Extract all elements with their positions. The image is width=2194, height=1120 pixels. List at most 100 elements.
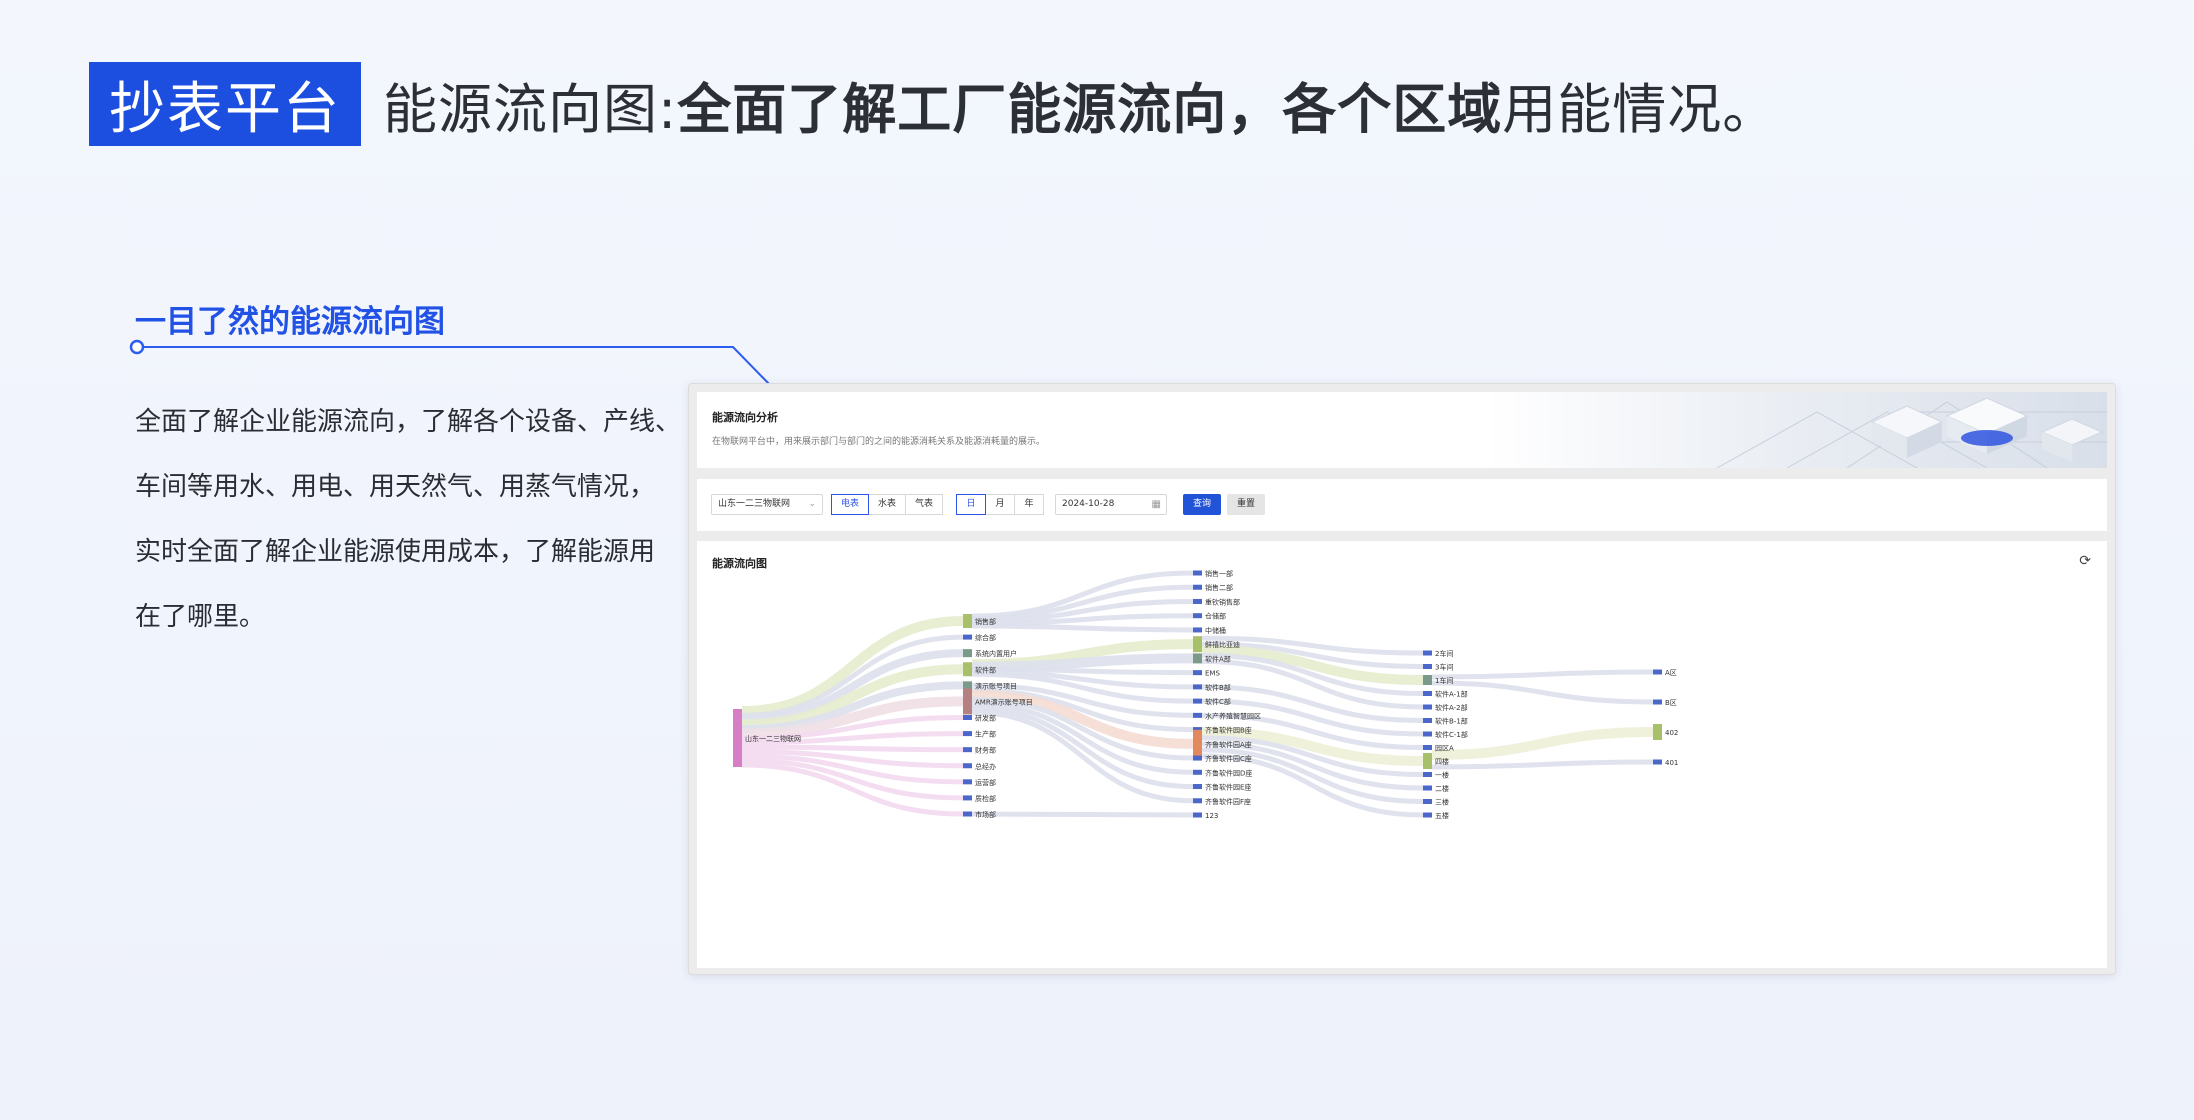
sankey-node[interactable]: [1193, 627, 1202, 633]
sankey-node[interactable]: [1653, 699, 1662, 705]
sankey-link[interactable]: [741, 744, 964, 753]
sankey-node[interactable]: [1423, 772, 1432, 777]
sankey-node-label: 园区A: [1435, 745, 1454, 753]
site-select-value: 山东一二三物联网: [718, 499, 791, 509]
sankey-node-label: 演示账号项目: [975, 681, 1017, 690]
sankey-node[interactable]: [1193, 653, 1202, 664]
sankey-node[interactable]: [963, 747, 972, 753]
headline-suffix: 用能情况。: [1502, 77, 1778, 141]
app-window: 能源流向分析 在物联网平台中，用来展示部门与部门的之间的能源消耗关系及能源消耗量…: [688, 383, 2116, 975]
sankey-link[interactable]: [971, 623, 1194, 633]
sankey-node-label: EMS: [1205, 670, 1220, 678]
sankey-node-label: 软件B-1部: [1435, 717, 1468, 726]
sankey-node-label: A区: [1665, 669, 1677, 677]
date-picker[interactable]: 2024-10-28 ▦: [1055, 494, 1167, 515]
energy-option-water[interactable]: 水表: [868, 494, 906, 515]
period-option-month[interactable]: 月: [985, 494, 1015, 515]
sankey-node[interactable]: [963, 811, 972, 817]
energy-option-gas[interactable]: 气表: [905, 494, 943, 515]
sankey-node[interactable]: [1653, 724, 1662, 740]
sankey-node[interactable]: [963, 715, 972, 720]
period-option-day[interactable]: 日: [956, 494, 986, 515]
chart-card: 山东一二三物联网 销售部 综合部 系统内置用户 软件部 演示账号项目 AMR演示账号项目 研发…: [697, 541, 2107, 968]
reset-button[interactable]: 重置: [1227, 494, 1265, 515]
page-header-card: 能源流向分析 在物联网平台中，用来展示部门与部门的之间的能源消耗关系及能源消耗量…: [697, 392, 2107, 468]
sankey-node[interactable]: [1423, 785, 1432, 791]
sankey-node-label: 系统内置用户: [975, 649, 1017, 658]
sankey-node[interactable]: [1193, 798, 1202, 804]
sankey-node[interactable]: [1423, 753, 1432, 769]
sankey-node-label: 401: [1665, 759, 1678, 767]
sankey-node[interactable]: [733, 709, 742, 767]
period-option-year[interactable]: 年: [1014, 494, 1044, 515]
sankey-node[interactable]: [963, 681, 972, 690]
sankey-link[interactable]: [971, 811, 1194, 818]
sankey-node-label: 生产部: [975, 730, 996, 739]
sankey-node-label: 研发部: [975, 714, 996, 723]
sankey-node[interactable]: [963, 795, 972, 801]
sankey-node-label: 3车间: [1435, 663, 1453, 672]
sankey-link[interactable]: [1431, 669, 1654, 680]
sankey-node[interactable]: [1423, 704, 1432, 710]
sankey-node[interactable]: [1423, 664, 1432, 669]
query-button[interactable]: 查询: [1183, 494, 1221, 515]
sankey-node-label: 总经办: [975, 762, 996, 771]
sankey-node-label: 二楼: [1435, 784, 1449, 793]
sankey-node[interactable]: [963, 662, 972, 677]
sankey-node-label: 水产养殖智慧园区: [1205, 711, 1261, 720]
sankey-node-label: 三楼: [1435, 798, 1449, 807]
sankey-node[interactable]: [963, 731, 972, 737]
sankey-node[interactable]: [1423, 731, 1432, 737]
sankey-node-label: 齐鲁软件园D座: [1205, 768, 1252, 777]
sankey-node[interactable]: [1423, 718, 1432, 723]
sankey-node[interactable]: [1423, 691, 1432, 696]
sankey-node-label: AMR演示账号项目: [975, 697, 1033, 706]
sankey-node[interactable]: [1193, 769, 1202, 775]
sankey-node[interactable]: [1193, 755, 1202, 761]
sankey-node[interactable]: [963, 763, 972, 769]
sankey-node[interactable]: [1193, 712, 1202, 718]
sankey-node[interactable]: [1653, 669, 1662, 675]
sankey-node[interactable]: [1193, 570, 1202, 576]
sankey-node[interactable]: [963, 688, 972, 715]
sankey-node[interactable]: [1423, 650, 1432, 656]
sankey-node[interactable]: [1193, 698, 1202, 704]
sankey-node-label: 齐鲁软件园F座: [1205, 797, 1251, 806]
sankey-node[interactable]: [1193, 670, 1202, 676]
energy-option-electric[interactable]: 电表: [831, 494, 869, 515]
sankey-node-label: 运营部: [975, 778, 996, 787]
sankey-node[interactable]: [1193, 812, 1202, 818]
sankey-link[interactable]: [741, 762, 964, 817]
sankey-node[interactable]: [1193, 598, 1202, 604]
sankey-node[interactable]: [1423, 799, 1432, 804]
sankey-node[interactable]: [1423, 675, 1432, 685]
sankey-link[interactable]: [1431, 759, 1654, 770]
energy-type-toggle: 电表 水表 气表: [831, 494, 943, 515]
sankey-node-label: 齐鲁软件园A座: [1205, 740, 1252, 749]
chart-title: 能源流向图: [712, 557, 767, 570]
sankey-node[interactable]: [963, 614, 972, 628]
sankey-node-label: 仓储部: [1205, 612, 1226, 621]
site-select[interactable]: 山东一二三物联网 ⌄: [711, 494, 823, 515]
feature-title: 一目了然的能源流向图: [135, 304, 445, 340]
sankey-node[interactable]: [1653, 759, 1662, 765]
sankey-node-label: 402: [1665, 729, 1678, 737]
sankey-node-label: 齐鲁软件园C座: [1205, 754, 1252, 763]
sankey-node[interactable]: [1193, 684, 1202, 690]
sankey-node[interactable]: [1193, 613, 1202, 619]
headline-prefix: 能源流向图:: [383, 77, 678, 141]
sankey-node[interactable]: [1193, 584, 1202, 590]
refresh-icon[interactable]: ⟳: [2079, 553, 2091, 569]
sankey-node-label: 中储桶: [1205, 626, 1226, 635]
sankey-node-label: 软件A-2部: [1435, 703, 1468, 712]
sankey-node[interactable]: [1193, 784, 1202, 790]
sankey-node[interactable]: [1193, 729, 1202, 758]
sankey-node[interactable]: [1423, 812, 1432, 818]
sankey-node[interactable]: [963, 634, 972, 640]
sankey-node[interactable]: [1193, 636, 1202, 653]
feature-description: 全面了解企业能源流向，了解各个设备、产线、 车间等用水、用电、用天然气、用蒸气情…: [135, 407, 682, 632]
sankey-node[interactable]: [963, 779, 972, 785]
sankey-node-label: 销售部: [975, 617, 996, 626]
sankey-node[interactable]: [1423, 745, 1432, 750]
sankey-node[interactable]: [963, 649, 972, 658]
